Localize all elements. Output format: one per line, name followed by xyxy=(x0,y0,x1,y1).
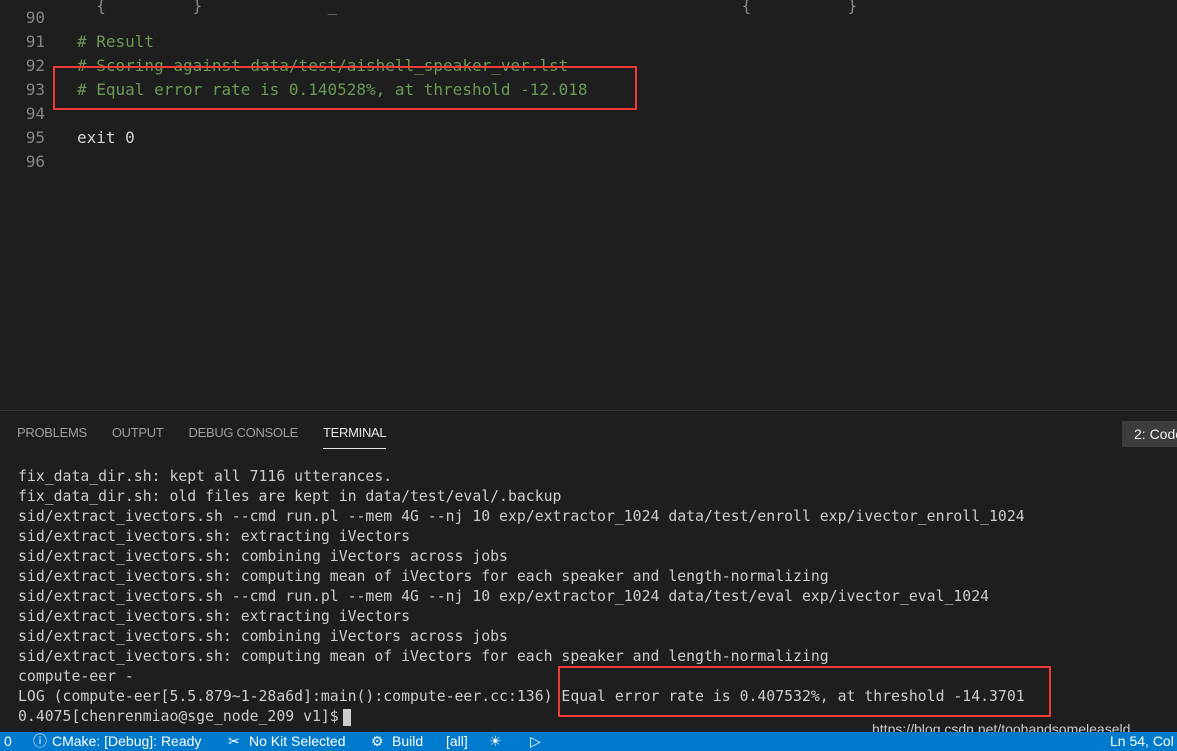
code-line: 95 exit 0 xyxy=(0,126,1177,150)
tab-output[interactable]: OUTPUT xyxy=(112,425,164,449)
terminal-line: sid/extract_ivectors.sh --cmd run.pl --m… xyxy=(18,587,989,607)
info-icon: ⓘ xyxy=(33,733,47,749)
terminal-line: fix_data_dir.sh: old files are kept in d… xyxy=(18,487,561,507)
code-text: # Result xyxy=(77,32,155,51)
terminal-line-text: 0.4075[chenrenmiao@sge_node_209 v1]$ xyxy=(18,708,339,725)
terminal-line-text: sid/extract_ivectors.sh: computing mean … xyxy=(18,568,829,585)
tab-debug-console[interactable]: DEBUG CONSOLE xyxy=(189,425,299,449)
code-line: 96 xyxy=(0,150,1177,174)
terminal-line-text: sid/extract_ivectors.sh: computing mean … xyxy=(18,648,829,665)
line-number: 90 xyxy=(25,8,45,27)
bottom-panel: PROBLEMS OUTPUT DEBUG CONSOLE TERMINAL 2… xyxy=(0,410,1177,732)
debug-icon[interactable]: ☀ xyxy=(489,732,502,751)
line-number: 93 xyxy=(25,80,45,99)
terminal-line: sid/extract_ivectors.sh: extracting iVec… xyxy=(18,607,410,627)
terminal-line-text: compute-eer - xyxy=(18,668,134,685)
tools-icon: ✂ xyxy=(228,733,240,749)
terminal-line: 0.4075[chenrenmiao@sge_node_209 v1]$ xyxy=(18,707,351,727)
code-line: 90 xyxy=(0,6,1177,30)
status-position[interactable]: Ln 54, Col xyxy=(1110,732,1174,751)
status-kit[interactable]: No Kit Selected xyxy=(249,732,346,751)
terminal-line: sid/extract_ivectors.sh: combining iVect… xyxy=(18,547,508,567)
line-number: 96 xyxy=(25,152,45,171)
terminal-line-text: sid/extract_ivectors.sh: combining iVect… xyxy=(18,548,508,565)
terminal-cursor xyxy=(342,708,351,726)
status-cmake[interactable]: CMake: [Debug]: Ready xyxy=(52,732,201,751)
terminal-line: sid/extract_ivectors.sh: combining iVect… xyxy=(18,627,508,647)
gear-icon: ⚙ xyxy=(371,733,384,749)
terminal-line: compute-eer - xyxy=(18,667,134,687)
terminal-line-text: fix_data_dir.sh: old files are kept in d… xyxy=(18,488,562,505)
terminal-line: sid/extract_ivectors.sh: computing mean … xyxy=(18,647,829,667)
code-line: 91 # Result xyxy=(0,30,1177,54)
status-target[interactable]: [all] xyxy=(446,732,468,751)
terminal-line-text: sid/extract_ivectors.sh --cmd run.pl --m… xyxy=(18,508,1025,525)
status-build[interactable]: Build xyxy=(392,732,423,751)
terminal-line: sid/extract_ivectors.sh: extracting iVec… xyxy=(18,527,410,547)
highlight-box-editor xyxy=(53,66,637,110)
line-number: 94 xyxy=(25,104,45,123)
line-number: 95 xyxy=(25,128,45,147)
line-number: 92 xyxy=(25,56,45,75)
terminal-line: fix_data_dir.sh: kept all 7116 utterance… xyxy=(18,467,392,487)
line-number: 91 xyxy=(25,32,45,51)
code-editor[interactable]: { } _ { } 90 91 # Result 92 # Scoring agains… xyxy=(0,0,1177,410)
tab-terminal[interactable]: TERMINAL xyxy=(323,425,387,449)
terminal-line-text: sid/extract_ivectors.sh: extracting iVec… xyxy=(18,608,410,625)
panel-tabs: PROBLEMS OUTPUT DEBUG CONSOLE TERMINAL xyxy=(17,425,387,449)
highlight-box-terminal xyxy=(558,666,1051,717)
tab-problems[interactable]: PROBLEMS xyxy=(17,425,87,449)
terminal-line-text: sid/extract_ivectors.sh: extracting iVec… xyxy=(18,528,410,545)
terminal-select[interactable]: 2: Code xyxy=(1122,421,1177,447)
terminal-line: sid/extract_ivectors.sh: computing mean … xyxy=(18,567,829,587)
terminal-line-text: fix_data_dir.sh: kept all 7116 utterance… xyxy=(18,468,393,485)
run-icon[interactable]: ▷ xyxy=(530,732,541,751)
code-text: exit 0 xyxy=(77,128,135,147)
terminal-line-text: sid/extract_ivectors.sh: combining iVect… xyxy=(18,628,508,645)
status-bar: 0 ⓘ CMake: [Debug]: Ready ✂ No Kit Selec… xyxy=(0,732,1177,751)
terminal-line: sid/extract_ivectors.sh --cmd run.pl --m… xyxy=(18,507,1025,527)
status-problems-count[interactable]: 0 xyxy=(4,732,12,751)
terminal-line-text: sid/extract_ivectors.sh --cmd run.pl --m… xyxy=(18,588,990,605)
